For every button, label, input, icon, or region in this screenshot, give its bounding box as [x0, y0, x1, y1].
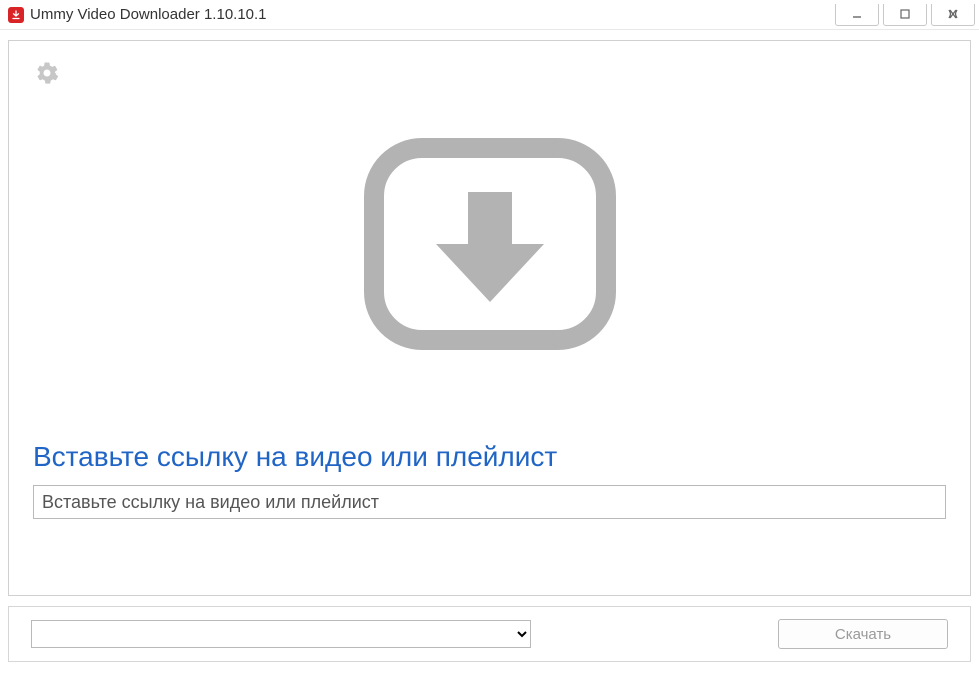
download-button[interactable]: Скачать — [778, 619, 948, 649]
minimize-icon — [850, 7, 864, 21]
close-button[interactable] — [931, 4, 975, 26]
titlebar-left: Ummy Video Downloader 1.10.10.1 — [8, 6, 267, 23]
window-title: Ummy Video Downloader 1.10.10.1 — [30, 6, 267, 23]
titlebar: Ummy Video Downloader 1.10.10.1 — [0, 0, 979, 30]
instruction-text: Вставьте ссылку на видео или плейлист — [33, 441, 946, 473]
window-controls — [835, 4, 975, 26]
minimize-button[interactable] — [835, 4, 879, 26]
maximize-button[interactable] — [883, 4, 927, 26]
bottom-bar: Скачать — [8, 606, 971, 662]
main-panel: Вставьте ссылку на видео или плейлист — [8, 40, 971, 596]
hero-area — [33, 59, 946, 429]
close-icon — [946, 7, 960, 21]
settings-button[interactable] — [33, 59, 61, 87]
maximize-icon — [898, 7, 912, 21]
gear-icon — [35, 61, 59, 85]
url-input[interactable] — [33, 485, 946, 519]
download-placeholder-icon — [360, 134, 620, 354]
app-icon — [8, 7, 24, 23]
format-select[interactable] — [31, 620, 531, 648]
